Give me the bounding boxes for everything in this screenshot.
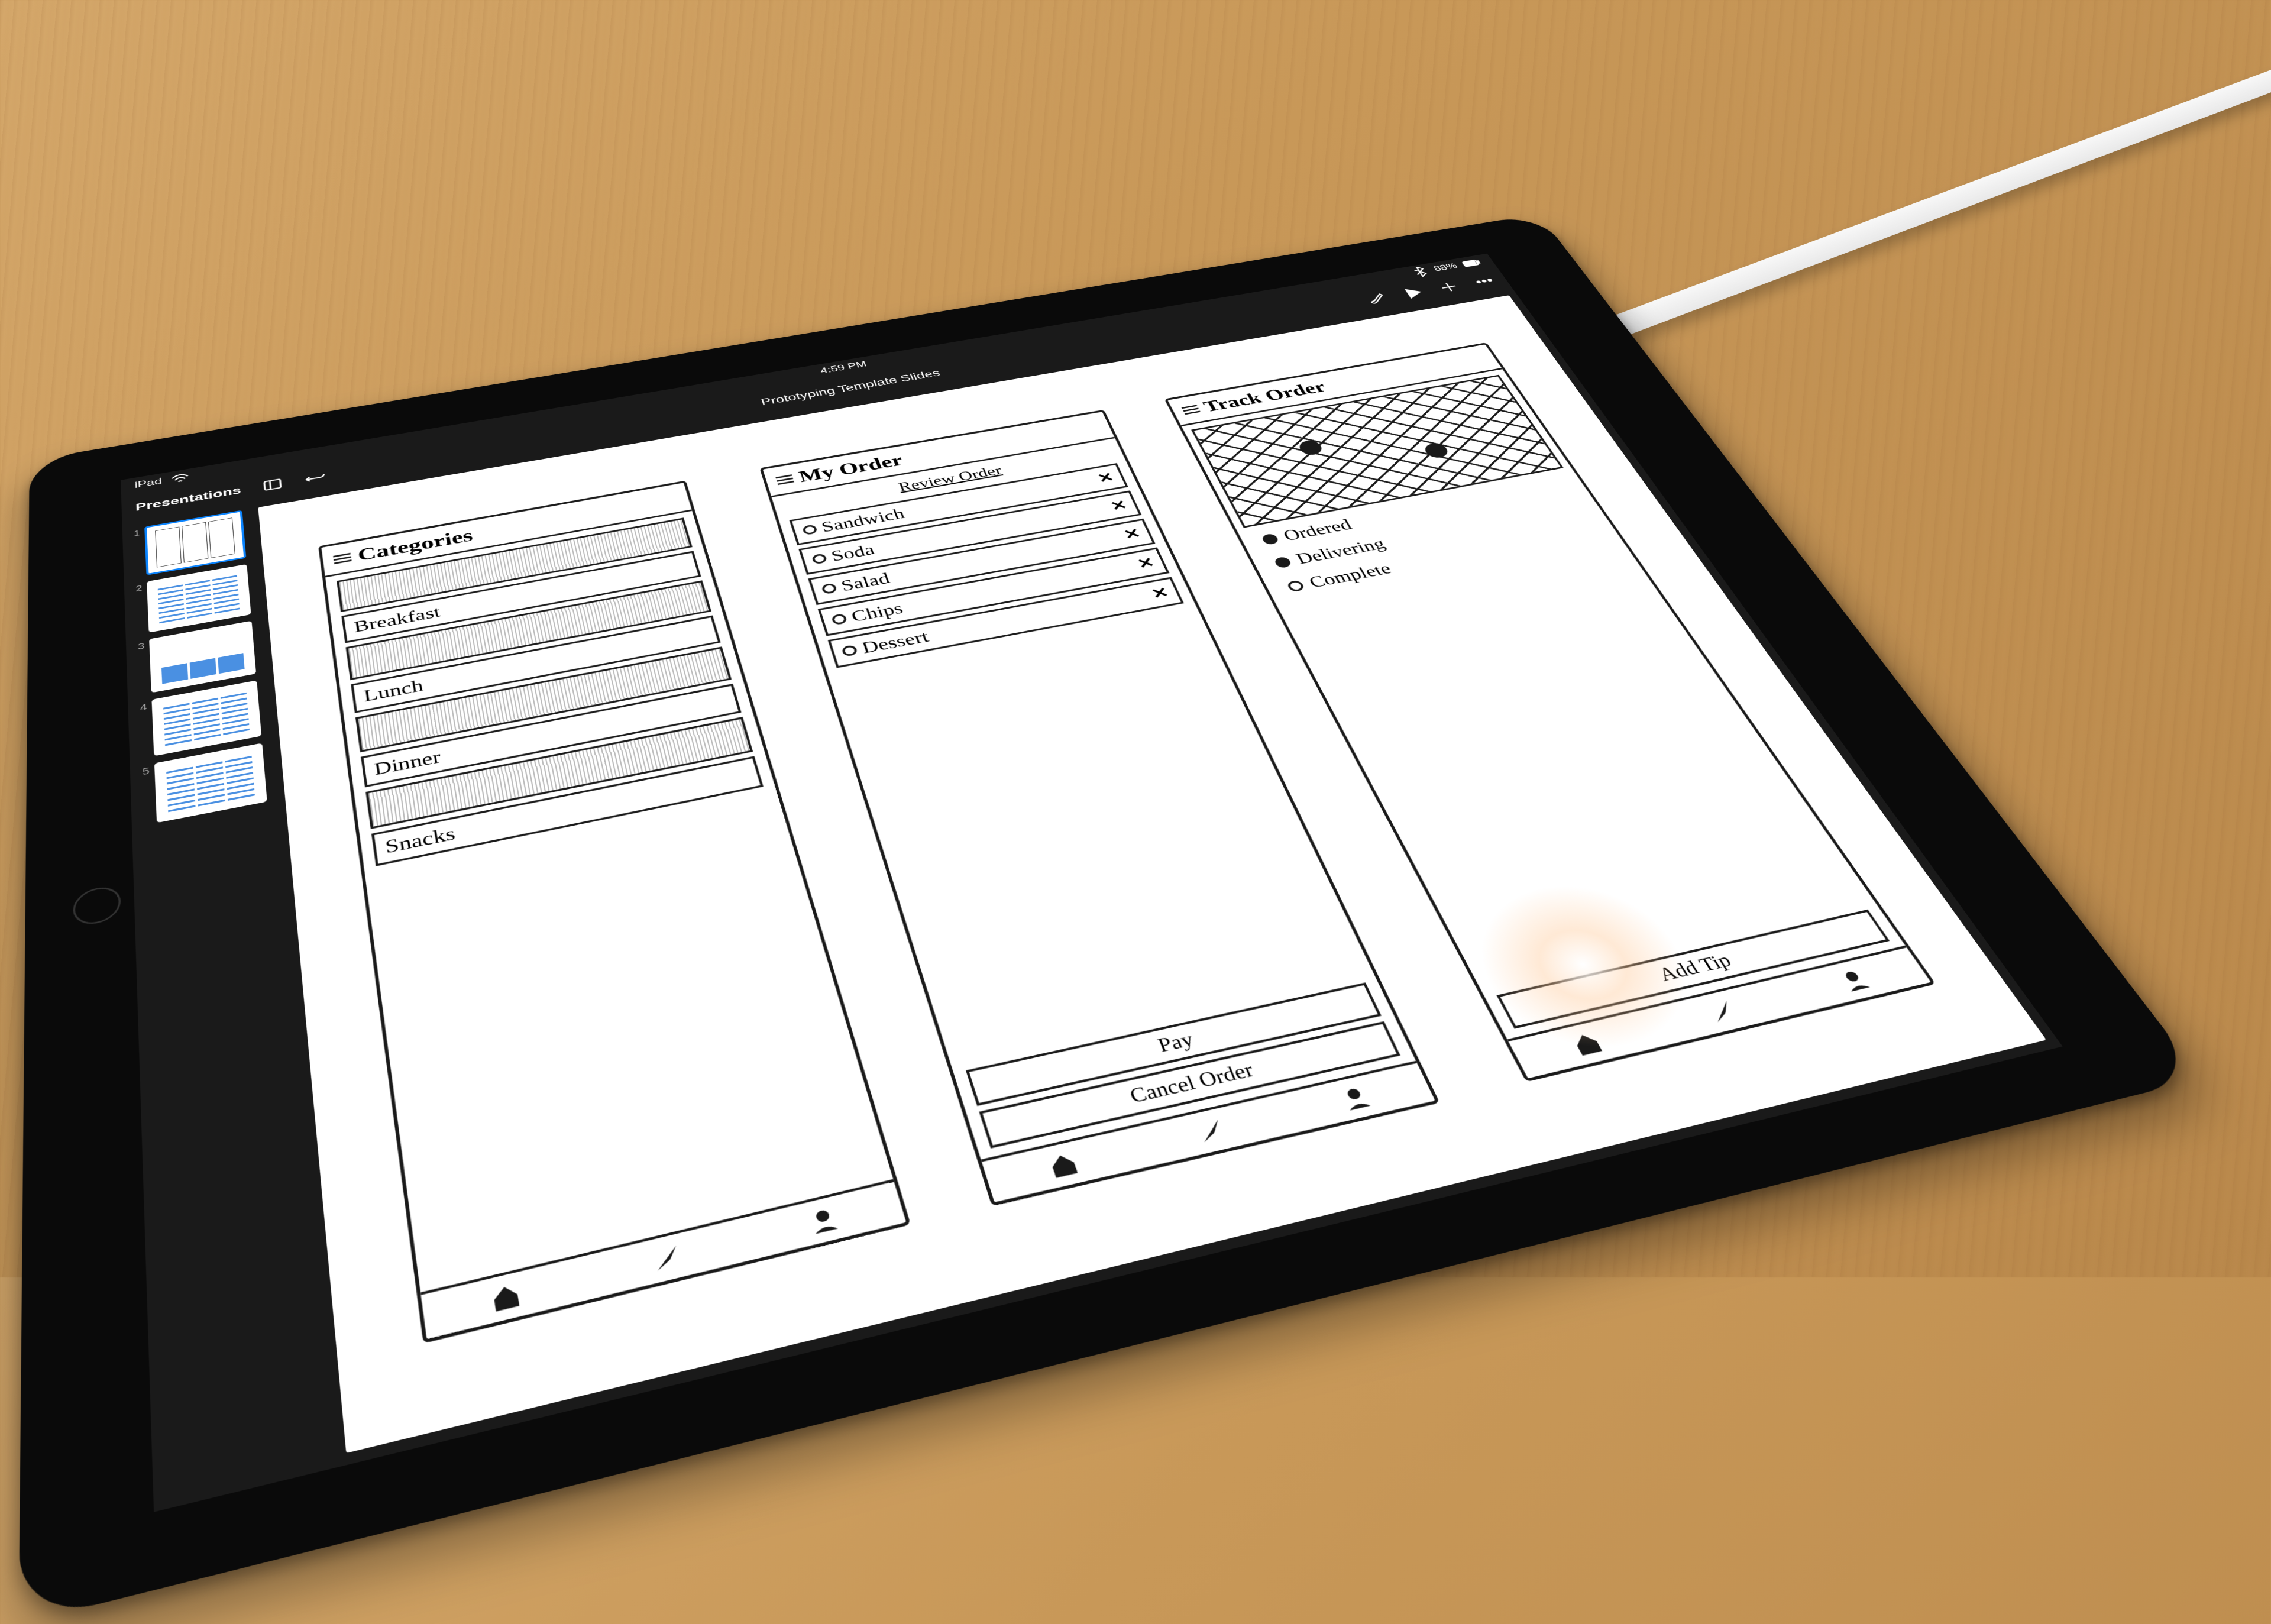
profile-icon bbox=[804, 1203, 843, 1238]
profile-icon bbox=[1833, 965, 1875, 995]
more-icon[interactable] bbox=[1471, 274, 1497, 289]
profile-icon bbox=[1335, 1082, 1376, 1114]
home-icon bbox=[1566, 1028, 1607, 1059]
battery-percent: 88% bbox=[1432, 261, 1460, 273]
sidebar-toggle-icon[interactable] bbox=[261, 475, 284, 493]
slide-canvas[interactable]: Categories Breakfast Lunch Dinner Snacks bbox=[258, 295, 2046, 1453]
play-icon[interactable] bbox=[1400, 286, 1426, 300]
location-icon bbox=[1701, 997, 1743, 1027]
menu-icon bbox=[333, 552, 351, 564]
menu-icon bbox=[775, 474, 794, 485]
brush-icon[interactable] bbox=[1364, 292, 1391, 306]
ipad-device: iPad 4:59 PM 88% Presentations bbox=[19, 214, 2202, 1624]
home-icon bbox=[487, 1279, 525, 1316]
home-button[interactable] bbox=[73, 884, 121, 928]
add-icon[interactable] bbox=[1435, 280, 1462, 295]
menu-icon bbox=[1181, 405, 1200, 415]
location-icon bbox=[1191, 1115, 1231, 1147]
undo-icon[interactable] bbox=[303, 468, 328, 486]
home-icon bbox=[1044, 1148, 1083, 1182]
device-label: iPad bbox=[134, 476, 162, 490]
apple-pencil bbox=[1581, 54, 2271, 348]
app-screen: iPad 4:59 PM 88% Presentations bbox=[121, 254, 2062, 1512]
location-icon bbox=[647, 1240, 685, 1276]
